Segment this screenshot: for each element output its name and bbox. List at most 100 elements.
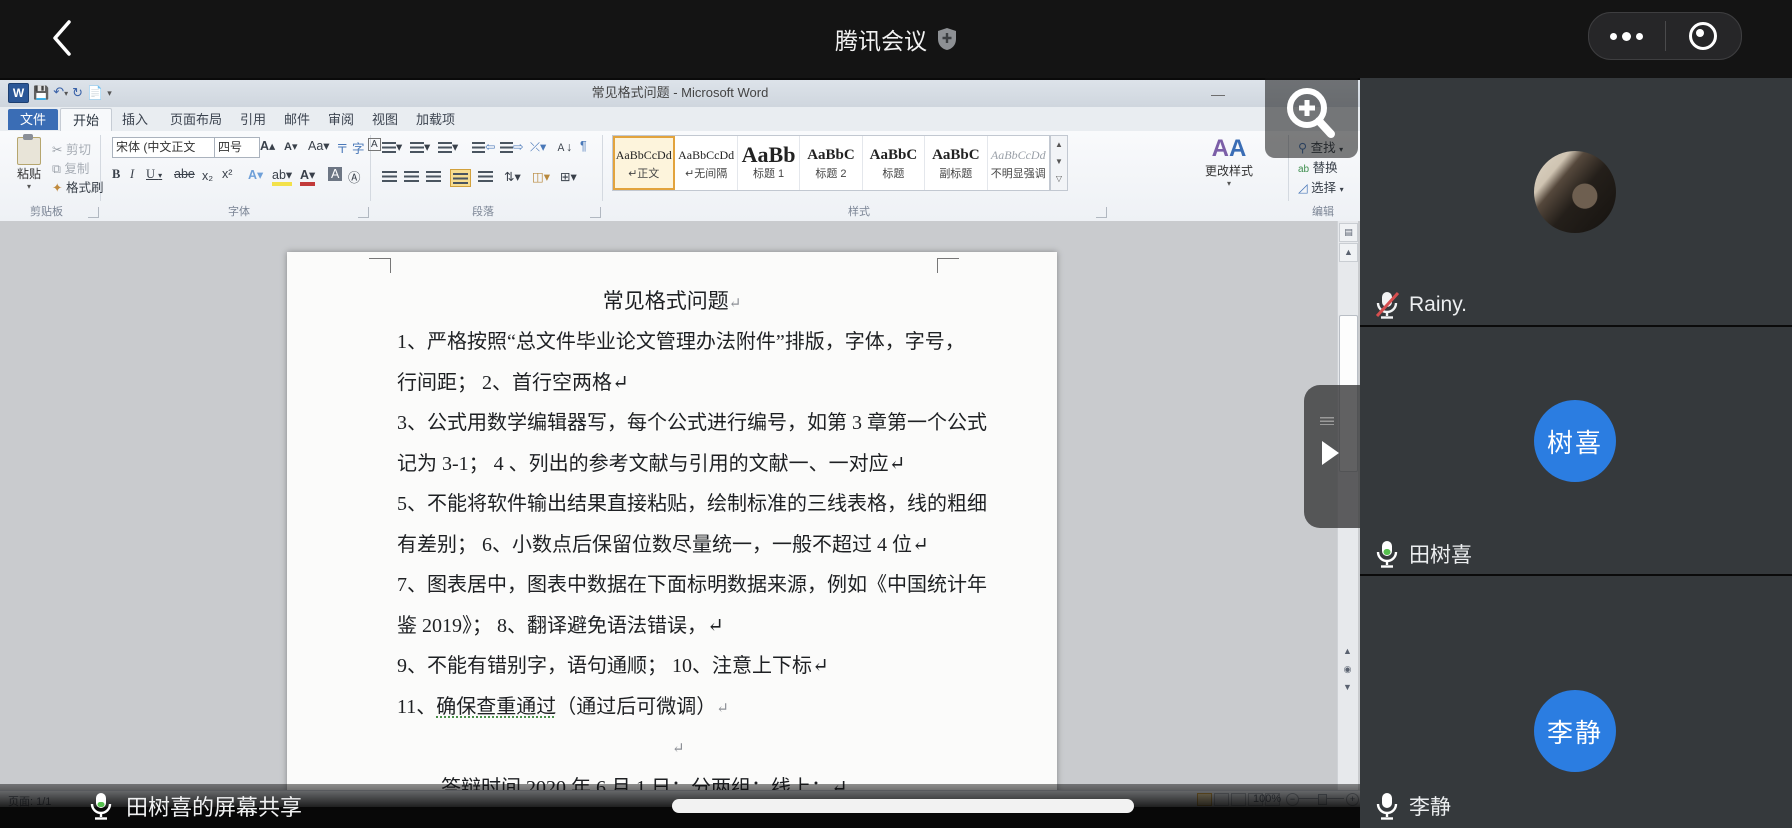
participant-tile-lijing[interactable]: 李静 李静	[1360, 576, 1792, 828]
justify-button[interactable]	[450, 169, 471, 187]
align-right-button[interactable]	[426, 169, 441, 183]
tab-mailings[interactable]: 邮件	[272, 108, 322, 131]
participant-tile-tianshuxi[interactable]: 树喜 田树喜	[1360, 327, 1792, 574]
numbering-button[interactable]: ▾	[410, 139, 430, 154]
paragraph-dialog-launcher[interactable]	[590, 207, 601, 218]
grow-font-button[interactable]: A▴	[260, 138, 275, 153]
mic-on-icon	[1374, 539, 1400, 569]
multilevel-list-button[interactable]: ▾	[438, 139, 458, 154]
undo-icon[interactable]: ↶▾	[53, 83, 68, 103]
underline-button[interactable]: U ▾	[146, 167, 162, 182]
tab-file[interactable]: 文件	[8, 109, 58, 130]
styles-scroll-buttons[interactable]: ▲▼▽	[1050, 135, 1068, 191]
select-button[interactable]: ◿ 选择 ▾	[1298, 177, 1344, 196]
char-shading-button[interactable]: A	[328, 167, 342, 181]
font-color-button[interactable]: A▾	[300, 167, 315, 186]
clipboard-dialog-launcher[interactable]	[88, 207, 99, 218]
record-circle-icon[interactable]	[1666, 13, 1742, 59]
style-name: 标题 1	[753, 165, 784, 181]
superscript-button[interactable]: x²	[222, 167, 232, 181]
doc-line: 有差别； 6、小数点后保留位数尽量统一，一般不超过 4 位↵	[397, 525, 953, 566]
replace-label: 替换	[1313, 161, 1338, 175]
decrease-indent-button[interactable]: ⇦	[472, 139, 495, 154]
increase-indent-button[interactable]: ⇨	[500, 139, 523, 154]
tab-review[interactable]: 审阅	[316, 108, 366, 131]
sidebar-collapse-handle[interactable]	[1304, 385, 1360, 528]
new-doc-icon[interactable]: 📄	[87, 84, 103, 102]
format-painter-button[interactable]: ✦ 格式刷	[52, 177, 103, 196]
save-icon[interactable]: 💾	[33, 84, 49, 102]
change-styles-button[interactable]: AA 更改样式 ▾	[1190, 136, 1268, 194]
horizontal-scroll-indicator[interactable]	[672, 799, 1134, 813]
document-page[interactable]: 常见格式问题↵ 1、严格按照“总文件毕业论文管理办法附件”排版，字体，字号， 行…	[287, 252, 1057, 790]
style-title[interactable]: AaBbC 标题	[863, 136, 925, 190]
style-subtitle[interactable]: AaBbC 副标题	[925, 136, 987, 190]
paste-dropdown-icon[interactable]: ▾	[10, 182, 48, 191]
shrink-font-button[interactable]: A▾	[284, 140, 297, 153]
doc-line: 7、图表居中，图表中数据在下面标明数据来源，例如《中国统计年	[397, 565, 953, 606]
tab-home[interactable]: 开始	[60, 108, 112, 132]
borders-button[interactable]: ⊞▾	[560, 169, 577, 184]
distribute-button[interactable]	[478, 169, 493, 183]
font-dialog-launcher[interactable]	[358, 207, 369, 218]
style-subtle-emphasis[interactable]: AaBbCcDd 不明显强调	[988, 136, 1049, 190]
share-zoom-button[interactable]	[1265, 70, 1358, 158]
qat-customize-icon[interactable]: ▾	[107, 84, 112, 102]
style-normal[interactable]: AaBbCcDd ↵正文	[613, 136, 675, 190]
style-no-spacing[interactable]: AaBbCcDd ↵无间隔	[675, 136, 737, 190]
align-left-button[interactable]	[382, 169, 397, 183]
more-options-icon[interactable]	[1589, 13, 1665, 59]
screen-share-stage: 常见格式问题 - Microsoft Word W 💾 ↶▾ ↻ 📄 ▾ — 文…	[0, 78, 1360, 828]
word-window: 常见格式问题 - Microsoft Word W 💾 ↶▾ ↻ 📄 ▾ — 文…	[0, 80, 1360, 804]
previous-page-icon[interactable]: ▲	[1339, 643, 1356, 660]
paste-button[interactable]: 粘贴 ▾	[10, 137, 48, 191]
strikethrough-button[interactable]: abe	[174, 167, 195, 181]
minimize-button[interactable]: —	[1211, 86, 1225, 102]
ruler-toggle-icon[interactable]: ▤	[1339, 223, 1358, 242]
asian-layout-button[interactable]: ⤫▾	[530, 139, 546, 155]
participant-tile-rainy[interactable]: Rainy.	[1360, 78, 1792, 325]
tab-addins[interactable]: 加载项	[404, 108, 467, 131]
redo-icon[interactable]: ↻	[72, 84, 83, 102]
show-marks-button[interactable]: ¶	[580, 139, 587, 153]
highlight-button[interactable]: ab▾	[272, 167, 292, 186]
participant-name: Rainy.	[1409, 293, 1467, 317]
quick-access-toolbar: W 💾 ↶▾ ↻ 📄 ▾	[8, 83, 112, 103]
styles-dialog-launcher[interactable]	[1096, 207, 1107, 218]
cut-button[interactable]: ✂ 剪切	[52, 139, 91, 158]
align-center-button[interactable]	[404, 169, 419, 183]
enclose-characters-button[interactable]: Ⓐ	[348, 167, 361, 186]
ribbon-tab-row: 文件 开始 插入 页面布局 引用 邮件 审阅 视图 加载项	[0, 107, 1360, 132]
tab-page-layout[interactable]: 页面布局	[158, 108, 234, 131]
font-name-combo[interactable]: 宋体 (中文正文	[112, 137, 216, 158]
text-effects-button[interactable]: A▾	[248, 167, 263, 182]
font-size-combo[interactable]: 四号	[214, 137, 260, 158]
line-spacing-button[interactable]: ⇅▾	[504, 169, 521, 184]
characters-button[interactable]: 字	[352, 138, 365, 157]
bullets-button[interactable]: ▾	[382, 139, 402, 154]
participant-sidebar: Rainy. 树喜 田树喜 李静	[1360, 78, 1792, 828]
style-heading2[interactable]: AaBbC 标题 2	[800, 136, 862, 190]
scroll-up-icon[interactable]: ▲	[1339, 243, 1358, 262]
tab-view[interactable]: 视图	[360, 108, 410, 131]
word-logo-icon[interactable]: W	[8, 83, 29, 103]
next-page-icon[interactable]: ▼	[1339, 679, 1356, 696]
italic-button[interactable]: I	[130, 167, 134, 182]
margin-mark-left	[369, 258, 391, 273]
style-heading1[interactable]: AaBb 标题 1	[738, 136, 800, 190]
style-sample: AaBbCcDd	[991, 145, 1046, 165]
copy-button[interactable]: ⧉ 复制	[52, 158, 89, 177]
replace-button[interactable]: ab 替换	[1298, 157, 1338, 176]
collapse-arrow-icon	[1322, 441, 1339, 465]
browse-object-icon[interactable]: ◉	[1339, 661, 1356, 678]
tab-insert[interactable]: 插入	[110, 108, 160, 131]
char-border-button[interactable]: A	[368, 138, 381, 151]
doc-title: 常见格式问题↵	[287, 285, 1057, 315]
sort-button[interactable]: Ａ↓	[556, 139, 572, 154]
change-case-button[interactable]: Aa▾	[308, 138, 330, 153]
tab-references[interactable]: 引用	[228, 108, 278, 131]
phonetic-guide-button[interactable]: 〒	[336, 138, 349, 157]
shading-button[interactable]: ◫▾	[532, 169, 550, 184]
subscript-button[interactable]: x₂	[202, 169, 213, 183]
bold-button[interactable]: B	[112, 167, 120, 182]
